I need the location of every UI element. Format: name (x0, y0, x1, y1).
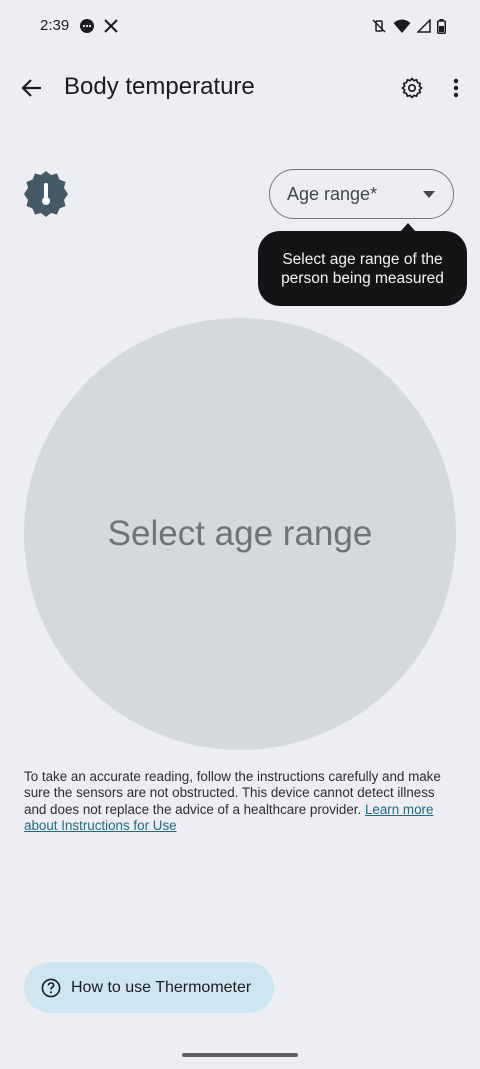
battery-icon (437, 18, 446, 34)
tooltip-text: Select age range of the person being mea… (281, 250, 444, 287)
more-options-button[interactable] (436, 68, 476, 108)
gear-icon (401, 77, 423, 99)
more-vert-icon (453, 78, 459, 98)
x-app-notification-icon (103, 18, 119, 34)
settings-button[interactable] (392, 68, 432, 108)
dropdown-arrow-icon (423, 190, 435, 198)
page-title: Body temperature (64, 73, 255, 100)
cellular-signal-icon (417, 19, 431, 33)
status-time: 2:39 (40, 17, 70, 34)
measurement-circle[interactable]: Select age range (24, 318, 456, 750)
vibrate-off-icon (371, 18, 387, 34)
status-bar: 2:39 (0, 0, 480, 56)
age-range-label: Age range* (287, 183, 378, 204)
back-button[interactable] (12, 68, 52, 108)
help-circle-icon (41, 978, 61, 998)
home-indicator[interactable] (182, 1053, 298, 1057)
app-bar: Body temperature (0, 60, 480, 116)
how-to-use-button[interactable]: How to use Thermometer (24, 962, 274, 1013)
message-notification-icon (79, 18, 95, 34)
age-range-tooltip: Select age range of the person being mea… (258, 231, 467, 306)
disclaimer: To take an accurate reading, follow the … (24, 769, 456, 834)
how-to-use-label: How to use Thermometer (71, 978, 252, 996)
wifi-icon (393, 18, 411, 34)
thermometer-badge (22, 170, 70, 218)
age-range-dropdown[interactable]: Age range* (269, 169, 454, 219)
measurement-prompt: Select age range (107, 514, 373, 553)
arrow-back-icon (21, 77, 43, 99)
thermometer-icon (24, 171, 68, 217)
